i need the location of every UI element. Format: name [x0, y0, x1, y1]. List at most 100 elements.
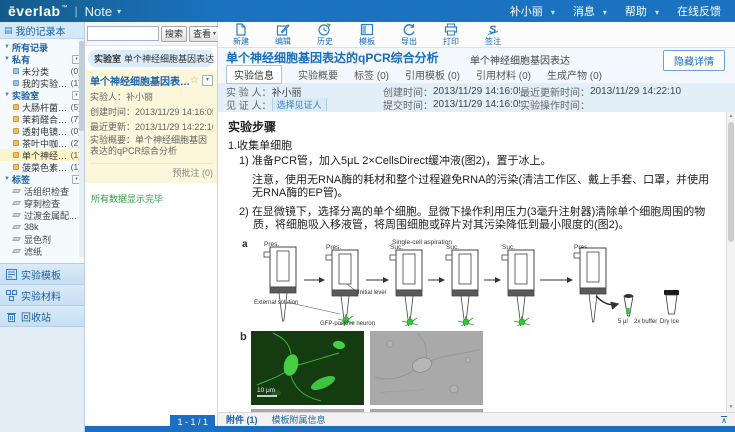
sidebar-item-materials[interactable]: 实验材料	[0, 285, 84, 306]
sidebar-item-templates[interactable]: 实验模板	[0, 264, 84, 285]
dry-ice-label: Dry Ice	[660, 319, 680, 325]
sidebar-item-uncategorized[interactable]: 未分类 (0)	[0, 65, 84, 77]
expand-caret-icon: ▼	[4, 92, 12, 98]
updated-label: 最近更新：	[90, 122, 135, 132]
scroll-up-icon[interactable]: ▲	[727, 112, 735, 121]
tag-icon	[12, 237, 21, 241]
tab-tags[interactable]: 标签 (0)	[354, 67, 389, 82]
filter-scope: 实验室	[94, 54, 121, 64]
messages-menu[interactable]: 消息 ▾	[573, 3, 607, 19]
sidebar: ▤ 我的记录本 ▼ 所有记录 ▼ 私有 ▾ 未分类 (0) 我的实验记... (…	[0, 22, 85, 432]
edit-button[interactable]: 编辑	[270, 23, 296, 47]
scrollbar-thumb[interactable]	[728, 122, 734, 242]
hide-details-button[interactable]: 隐藏详情	[663, 50, 725, 71]
sidebar-item-tea-caffeine[interactable]: 茶叶中咖啡... (2)	[0, 137, 84, 149]
filter-chip[interactable]: 实验室单个神经细胞基因表达	[88, 50, 214, 67]
help-menu[interactable]: 帮助 ▾	[625, 3, 659, 19]
step-1-text: 1) 准备PCR管，加入5μL 2×CellsDirect缓冲液(图2)，置于冰…	[239, 155, 716, 168]
sidebar-item-all-records[interactable]: ▼ 所有记录	[0, 41, 84, 53]
pagination[interactable]: 1 - 1 / 1	[170, 415, 215, 429]
steps-heading: 实验步骤	[228, 118, 716, 135]
feedback-link[interactable]: 在线反馈	[677, 3, 721, 19]
sidebar-bottom-nav: 实验模板 实验材料 回收站	[0, 263, 84, 327]
sidebar-tag-puncture[interactable]: 穿刺检查	[0, 197, 84, 209]
updated-value: 2013/11/29 14:22:10	[590, 86, 681, 97]
sidebar-tag-developer[interactable]: 显色剂	[0, 233, 84, 245]
everlab-logo: ēverlab	[8, 3, 61, 19]
messages-caret-icon: ▾	[603, 8, 607, 17]
help-caret-icon: ▾	[655, 8, 659, 17]
sidebar-section-private[interactable]: ▼ 私有 ▾	[0, 53, 84, 65]
sidebar-tag-metal[interactable]: 过渡金属配...	[0, 209, 84, 221]
sidebar-item-ecoli[interactable]: 大肠杆菌电... (5)	[0, 101, 84, 113]
attachments-bar: 附件 (1) 模板附属信息 ∧	[218, 412, 735, 426]
created-value: 2013/11/29 14:16:05	[433, 86, 520, 97]
sidebar-item-spinach[interactable]: 菠菜色素的... (1)	[0, 161, 84, 173]
printer-icon	[444, 23, 458, 36]
edit-pencil-icon	[276, 23, 290, 36]
sidebar-scrollbar[interactable]	[79, 39, 84, 257]
logo-divider: |	[75, 4, 78, 18]
notebooks-header-label: 我的记录本	[16, 23, 66, 38]
new-document-icon	[234, 23, 248, 36]
microscopy-image-grid: 10 μm	[251, 331, 483, 412]
search-button[interactable]: 搜索	[161, 26, 187, 42]
created-label: 创建时间：	[90, 107, 135, 117]
template-button[interactable]: 模板	[354, 23, 380, 47]
content-scrollbar[interactable]: ▲ ▼	[726, 112, 735, 412]
scroll-down-icon[interactable]: ▼	[727, 403, 735, 412]
tab-experiment-summary[interactable]: 实验概要	[298, 67, 338, 82]
tab-ref-templates[interactable]: 引用模板 (0)	[405, 67, 460, 82]
sign-button[interactable]: S 签注	[480, 23, 506, 47]
template-info-link[interactable]: 模板附属信息	[272, 413, 326, 426]
sidebar-item-my-records[interactable]: 我的实验记... (1)	[0, 77, 84, 89]
favorite-star-icon[interactable]: ☆	[190, 75, 199, 86]
tab-products[interactable]: 生成产物 (0)	[547, 67, 602, 82]
record-dropdown-button[interactable]: ▾	[202, 75, 213, 86]
notebooks-header[interactable]: ▤ 我的记录本	[0, 22, 84, 39]
tag-icon	[12, 201, 21, 205]
product-caret-icon[interactable]: ▾	[117, 7, 121, 16]
sidebar-section-tags[interactable]: ▼ 标签 ▾	[0, 173, 84, 185]
sidebar-tag-biopsy[interactable]: 活组织检查	[0, 185, 84, 197]
materials-icon	[6, 290, 17, 301]
collapse-panel-icon[interactable]: ∧	[721, 416, 727, 424]
notebook-square-icon	[13, 128, 19, 134]
new-button[interactable]: 新建	[228, 23, 254, 47]
tab-ref-materials[interactable]: 引用材料 (0)	[476, 67, 531, 82]
tag-icon	[12, 213, 21, 217]
view-caret-icon: ▾	[213, 30, 216, 37]
sidebar-item-tem[interactable]: 透射电镜小... (0)	[0, 125, 84, 137]
step-2-text: 2) 在显微镜下，选择分离的单个细胞。显微下操作利用压力(3毫升注射器)清除单个…	[239, 206, 716, 233]
experiment-subtitle: 单个神经细胞基因表达	[470, 52, 570, 67]
submitted-value: 2013/11/29 14:16:05	[433, 99, 520, 110]
template-layout-icon	[360, 23, 374, 36]
sidebar-item-jasmine[interactable]: 茉莉醛合成... (7)	[0, 113, 84, 125]
experimenter-label: 实验人：	[90, 92, 126, 102]
tag-icon	[12, 189, 21, 193]
sidebar-tag-filter-paper[interactable]: 滤纸	[0, 245, 84, 257]
user-caret-icon: ▾	[551, 8, 555, 17]
record-list-panel: 搜索 查看▾ 实验室单个神经细胞基因表达 单个神经细胞基因表达... ☆ ▾ 实…	[85, 22, 218, 432]
experiment-title: 单个神经细胞基因表达的qPCR综合分析	[226, 49, 439, 66]
sidebar-tag-38k[interactable]: 38k	[0, 221, 84, 233]
select-witness-button[interactable]: 选择见证人	[272, 98, 327, 111]
created-value: 2013/11/29 14:16:05	[135, 107, 213, 117]
print-button[interactable]: 打印	[438, 23, 464, 47]
export-button[interactable]: 导出	[396, 23, 422, 47]
sidebar-item-recycle-bin[interactable]: 回收站	[0, 306, 84, 327]
view-button[interactable]: 查看▾	[189, 26, 220, 42]
detail-panel: 新建 编辑 历史 模板 导出 打印 S	[218, 22, 735, 432]
buffer-label: 2x buffer	[634, 319, 657, 325]
gfp-neuron-label: GFP-positive neuron	[320, 321, 375, 326]
record-list-item-selected[interactable]: 单个神经细胞基因表达... ☆ ▾ 实验人：补小丽 创建时间：2013/11/2…	[85, 70, 217, 183]
sidebar-section-lab[interactable]: ▼ 实验室 ▾	[0, 89, 84, 101]
sidebar-scroll-thumb[interactable]	[79, 41, 84, 131]
preannotation-count[interactable]: 预批注 (0)	[90, 163, 213, 179]
history-button[interactable]: 历史	[312, 23, 338, 47]
user-menu[interactable]: 补小丽 ▾	[510, 3, 555, 19]
sidebar-item-single-neuron[interactable]: 单个神经细... (1)	[0, 149, 84, 161]
tab-experiment-info[interactable]: 实验信息	[226, 65, 282, 84]
search-input[interactable]	[87, 26, 159, 41]
attachments-link[interactable]: 附件 (1)	[226, 413, 258, 426]
